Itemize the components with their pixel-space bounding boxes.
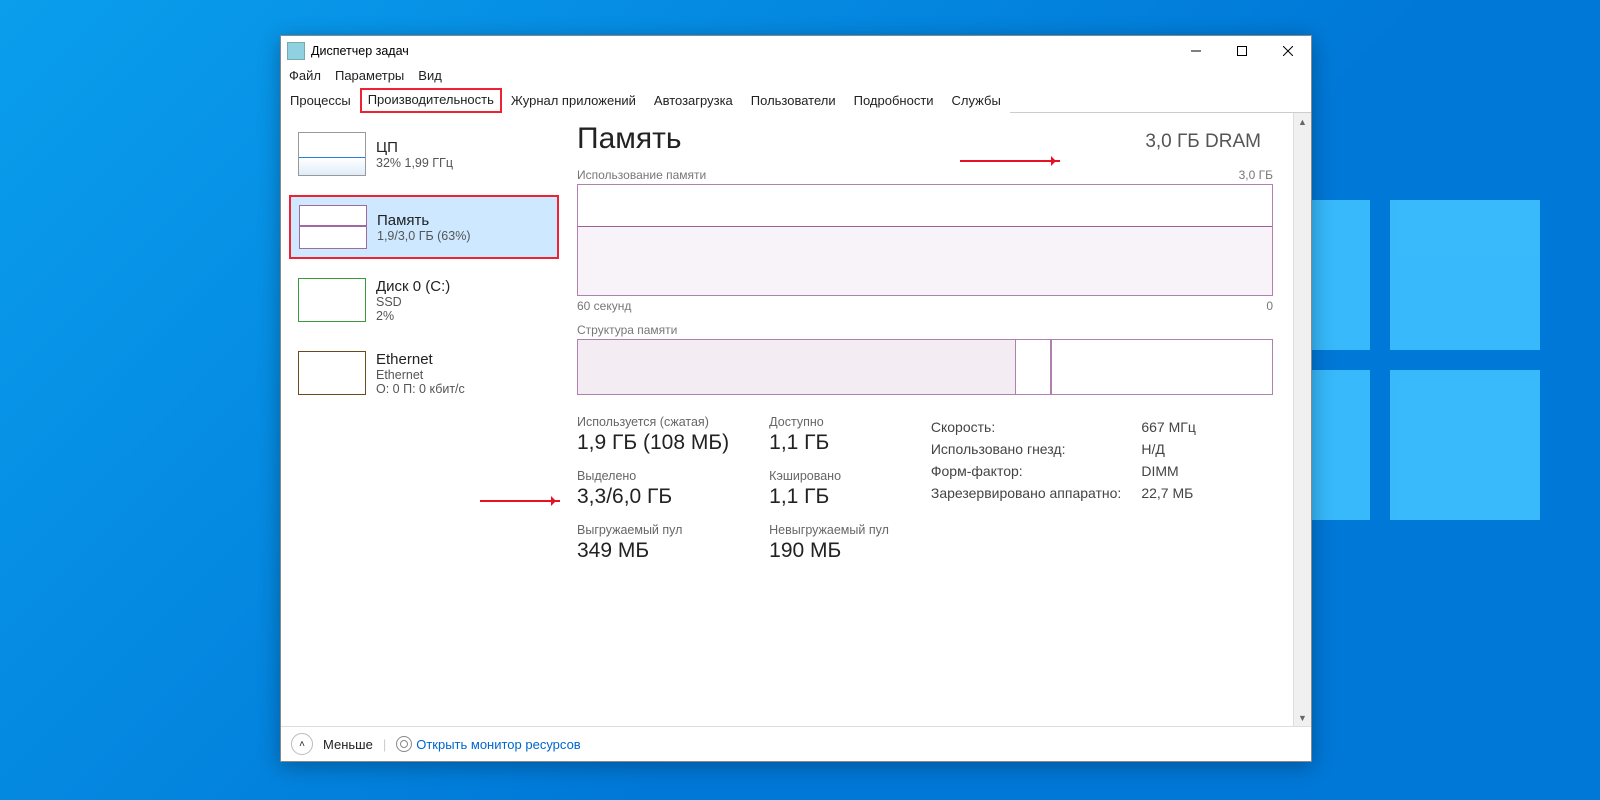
sidebar-cpu-sub: 32% 1,99 ГГц	[376, 156, 453, 170]
sidebar-disk-sub2: 2%	[376, 309, 450, 323]
scroll-up-icon[interactable]: ▲	[1294, 113, 1311, 130]
scroll-down-icon[interactable]: ▼	[1294, 709, 1311, 726]
kv-speed-v: 667 МГц	[1141, 417, 1214, 437]
resmon-icon	[396, 736, 412, 752]
dram-label: 3,0 ГБ DRAM	[1145, 131, 1261, 153]
tab-processes[interactable]: Процессы	[281, 88, 360, 113]
tab-app-history[interactable]: Журнал приложений	[502, 88, 645, 113]
usage-graph-max: 3,0 ГБ	[1239, 168, 1273, 182]
minimize-button[interactable]	[1173, 36, 1219, 66]
performance-sidebar: ЦП 32% 1,99 ГГц Память 1,9/3,0 ГБ (63%) …	[281, 113, 567, 726]
window-title: Диспетчер задач	[311, 44, 409, 58]
composition-label: Структура памяти	[577, 323, 677, 337]
separator: |	[383, 737, 386, 752]
usage-graph-label: Использование памяти	[577, 168, 706, 182]
stat-commit-value: 3,3/6,0 ГБ	[577, 485, 729, 509]
menu-file[interactable]: Файл	[289, 68, 321, 83]
sidebar-cpu-title: ЦП	[376, 139, 453, 156]
tab-startup[interactable]: Автозагрузка	[645, 88, 742, 113]
memory-composition-graph[interactable]	[577, 339, 1273, 395]
sidebar-mem-sub: 1,9/3,0 ГБ (63%)	[377, 229, 471, 243]
kv-slots-v: Н/Д	[1141, 439, 1214, 459]
sidebar-item-ethernet[interactable]: Ethernet Ethernet О: 0 П: 0 кбит/с	[289, 342, 559, 405]
stat-inuse-label: Используется (сжатая)	[577, 415, 729, 429]
memory-thumb-icon	[299, 205, 367, 249]
kv-form-v: DIMM	[1141, 461, 1214, 481]
cpu-thumb-icon	[298, 132, 366, 176]
stat-paged-value: 349 МБ	[577, 539, 729, 563]
tab-users[interactable]: Пользователи	[742, 88, 845, 113]
kv-form-k: Форм-фактор:	[931, 461, 1139, 481]
tab-details[interactable]: Подробности	[845, 88, 943, 113]
sidebar-net-sub2: О: 0 П: 0 кбит/с	[376, 382, 465, 396]
sidebar-net-title: Ethernet	[376, 351, 465, 368]
kv-reserved-k: Зарезервировано аппаратно:	[931, 483, 1139, 503]
sidebar-item-memory[interactable]: Память 1,9/3,0 ГБ (63%)	[289, 195, 559, 259]
task-manager-window: Диспетчер задач Файл Параметры Вид Проце…	[280, 35, 1312, 762]
sidebar-mem-title: Память	[377, 212, 471, 229]
tab-performance[interactable]: Производительность	[360, 88, 502, 113]
stat-nonpaged-value: 190 МБ	[769, 539, 889, 563]
ethernet-thumb-icon	[298, 351, 366, 395]
tab-services[interactable]: Службы	[943, 88, 1010, 113]
kv-slots-k: Использовано гнезд:	[931, 439, 1139, 459]
memory-info-table: Скорость:667 МГц Использовано гнезд:Н/Д …	[929, 415, 1216, 505]
axis-right: 0	[1266, 299, 1273, 313]
menu-options[interactable]: Параметры	[335, 68, 404, 83]
axis-left: 60 секунд	[577, 299, 631, 313]
kv-reserved-v: 22,7 МБ	[1141, 483, 1214, 503]
disk-thumb-icon	[298, 278, 366, 322]
sidebar-disk-sub: SSD	[376, 295, 450, 309]
stat-commit-label: Выделено	[577, 469, 729, 483]
kv-speed-k: Скорость:	[931, 417, 1139, 437]
annotation-arrow-icon	[960, 160, 1060, 162]
stat-inuse-value: 1,9 ГБ (108 МБ)	[577, 431, 729, 455]
stat-nonpaged-label: Невыгружаемый пул	[769, 523, 889, 537]
maximize-button[interactable]	[1219, 36, 1265, 66]
sidebar-disk-title: Диск 0 (C:)	[376, 278, 450, 295]
memory-usage-graph[interactable]	[577, 184, 1273, 296]
stat-cached-value: 1,1 ГБ	[769, 485, 889, 509]
scrollbar[interactable]: ▲ ▼	[1293, 113, 1311, 726]
open-resmon-label: Открыть монитор ресурсов	[416, 737, 580, 752]
fewer-details-label[interactable]: Меньше	[323, 737, 373, 752]
stat-avail-label: Доступно	[769, 415, 889, 429]
fewer-details-button[interactable]: ˄	[291, 733, 313, 755]
stat-cached-label: Кэшировано	[769, 469, 889, 483]
app-icon	[287, 42, 305, 60]
menubar: Файл Параметры Вид	[281, 66, 1311, 87]
titlebar[interactable]: Диспетчер задач	[281, 36, 1311, 66]
close-button[interactable]	[1265, 36, 1311, 66]
memory-panel: Память 3,0 ГБ DRAM Использование памяти …	[567, 113, 1293, 726]
open-resmon-link[interactable]: Открыть монитор ресурсов	[396, 736, 580, 752]
menu-view[interactable]: Вид	[418, 68, 442, 83]
sidebar-item-cpu[interactable]: ЦП 32% 1,99 ГГц	[289, 123, 559, 185]
annotation-arrow-icon	[480, 500, 560, 502]
sidebar-net-sub: Ethernet	[376, 368, 465, 382]
sidebar-item-disk[interactable]: Диск 0 (C:) SSD 2%	[289, 269, 559, 332]
footer: ˄ Меньше | Открыть монитор ресурсов	[281, 726, 1311, 761]
stat-avail-value: 1,1 ГБ	[769, 431, 889, 455]
stat-paged-label: Выгружаемый пул	[577, 523, 729, 537]
tabs: Процессы Производительность Журнал прило…	[281, 87, 1311, 113]
